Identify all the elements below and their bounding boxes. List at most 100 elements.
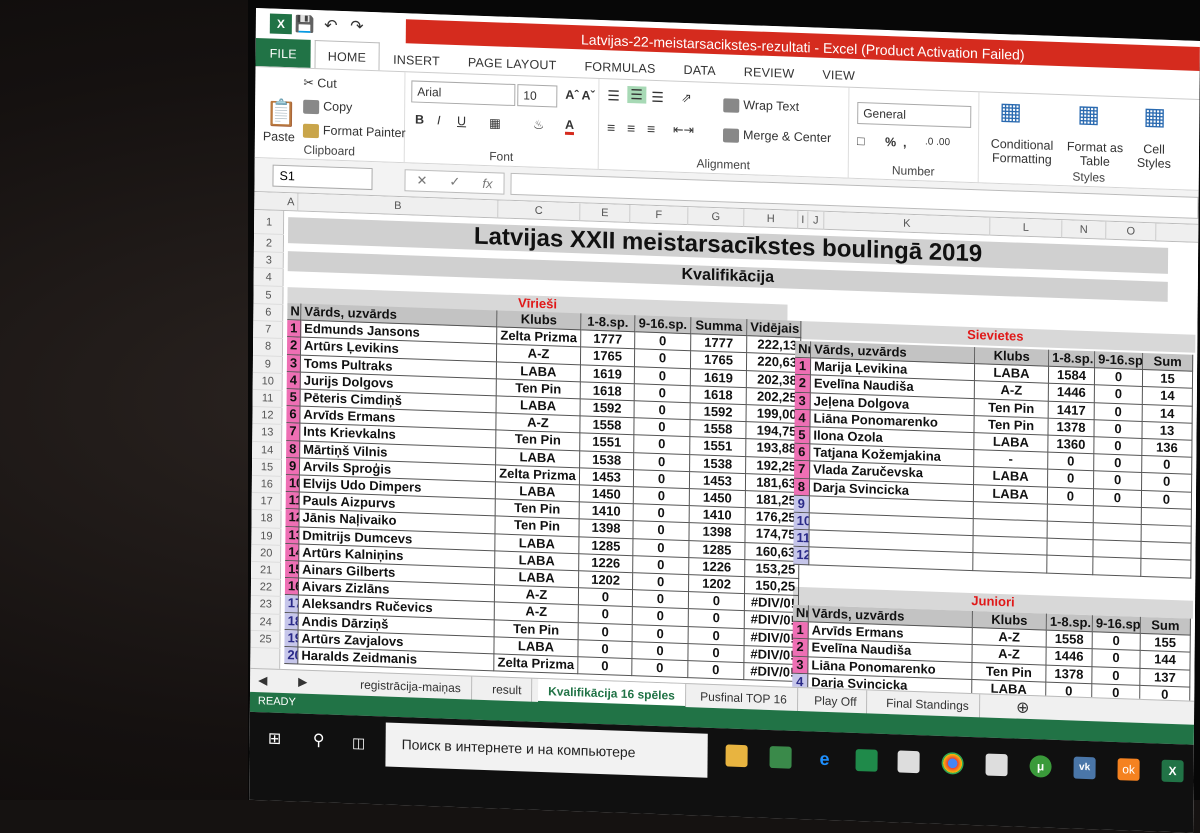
file-explorer-icon[interactable] — [725, 744, 748, 768]
column-header-n[interactable]: N — [1062, 220, 1107, 240]
men-header-cell[interactable]: 9-16.sp. — [635, 315, 692, 335]
men-table-cell[interactable]: 15 — [285, 561, 300, 579]
men-table-cell[interactable]: 1777 — [691, 334, 748, 354]
juniors-header-cell[interactable]: Sum — [1140, 616, 1191, 636]
cell-styles-icon[interactable]: ▦ — [1143, 102, 1166, 132]
windows-start-icon[interactable]: ⊞ — [264, 728, 286, 751]
row-header-22[interactable]: 22 — [250, 579, 282, 598]
men-table-cell[interactable]: 0 — [634, 418, 691, 438]
row-header-25[interactable]: 25 — [250, 630, 281, 649]
cut-button[interactable]: ✂ Cut — [303, 75, 337, 91]
align-bottom-icon[interactable]: ☰ — [651, 89, 664, 106]
men-table-cell[interactable]: 222,13 — [747, 336, 802, 356]
confirm-icon[interactable]: ✓ — [449, 174, 460, 190]
men-table-cell[interactable]: 194,75 — [746, 422, 801, 442]
men-table-cell[interactable]: 1551 — [690, 437, 747, 457]
men-table-cell[interactable]: 0 — [634, 366, 691, 386]
name-box[interactable]: S1 — [272, 164, 373, 191]
men-table-cell[interactable]: 0 — [633, 538, 690, 558]
men-table-cell[interactable]: 181,25 — [745, 491, 800, 511]
men-table-cell[interactable]: 0 — [633, 555, 690, 576]
excel-taskbar-icon[interactable]: X — [1161, 759, 1184, 783]
document-icon[interactable] — [897, 750, 920, 774]
file-icon[interactable] — [985, 753, 1008, 777]
juniors-table-cell[interactable]: 155 — [1140, 634, 1191, 654]
juniors-table-cell[interactable]: 0 — [1092, 649, 1141, 669]
men-table-cell[interactable]: 1202 — [579, 571, 634, 591]
women-table-cell[interactable]: 0 — [1047, 487, 1095, 507]
juniors-table-cell[interactable]: 137 — [1140, 668, 1191, 688]
men-table-cell[interactable]: 181,63 — [745, 473, 801, 493]
men-table-cell[interactable]: 0 — [578, 605, 633, 625]
men-table-cell[interactable]: 0 — [632, 607, 689, 627]
women-table-cell[interactable]: 1417 — [1048, 401, 1095, 421]
font-size-select[interactable]: 10 — [517, 84, 558, 108]
comma-icon[interactable]: , — [903, 136, 907, 150]
edge-icon[interactable]: e — [814, 747, 836, 770]
row-header-10[interactable]: 10 — [252, 372, 283, 391]
men-header-cell[interactable]: Vidējais — [747, 319, 802, 339]
men-table-cell[interactable]: 1285 — [579, 536, 634, 556]
row-header-11[interactable]: 11 — [252, 389, 283, 409]
men-table-cell[interactable]: 160,63 — [745, 542, 800, 562]
men-table-cell[interactable]: 0 — [632, 659, 689, 679]
men-table-cell[interactable]: 199,00 — [746, 405, 801, 425]
men-table-cell[interactable]: 192,25 — [746, 456, 801, 476]
men-table-cell[interactable]: 1558 — [580, 416, 635, 436]
men-table-cell[interactable]: 19 — [284, 629, 299, 648]
men-table-cell[interactable]: 14 — [285, 543, 300, 562]
women-table-cell[interactable]: 6 — [794, 443, 811, 462]
women-table-cell[interactable] — [1141, 507, 1192, 527]
redo-icon[interactable]: ↷ — [344, 16, 370, 37]
men-table-cell[interactable]: 1226 — [689, 557, 746, 578]
men-table-cell[interactable]: 1618 — [690, 385, 747, 406]
row-header-7[interactable]: 7 — [253, 321, 284, 340]
column-header-i[interactable]: I — [798, 210, 809, 230]
men-table-cell[interactable]: 3 — [286, 354, 301, 373]
women-table-cell[interactable]: 2 — [794, 375, 811, 393]
women-table-cell[interactable]: 7 — [794, 461, 811, 479]
row-header-6[interactable]: 6 — [253, 303, 284, 323]
row-header-16[interactable]: 16 — [251, 475, 282, 495]
row-header-14[interactable]: 14 — [252, 441, 283, 460]
juniors-header-cell[interactable]: Nr — [792, 604, 809, 623]
women-table-cell[interactable]: 1446 — [1048, 384, 1095, 403]
women-table-cell[interactable]: 0 — [1094, 471, 1143, 491]
column-header-j[interactable]: J — [808, 211, 825, 230]
women-table-cell[interactable] — [1093, 557, 1142, 577]
men-header-cell[interactable]: 1-8.sp. — [581, 313, 636, 333]
women-table-cell[interactable]: 0 — [1048, 470, 1095, 489]
women-table-cell[interactable]: 9 — [793, 495, 810, 514]
decimal-icon[interactable]: .0 .00 — [925, 136, 950, 148]
men-table-cell[interactable]: 11 — [285, 492, 300, 510]
men-table-cell[interactable]: 10 — [285, 475, 300, 493]
align-middle-icon[interactable]: ☰ — [627, 85, 646, 104]
men-table-cell[interactable]: 1538 — [580, 450, 635, 470]
men-table-cell[interactable]: 1551 — [580, 433, 635, 453]
men-table-cell[interactable]: 0 — [688, 661, 745, 681]
men-table-cell[interactable]: 0 — [633, 521, 690, 541]
women-table-cell[interactable] — [1093, 540, 1142, 560]
align-left-icon[interactable]: ≡ — [607, 119, 615, 135]
men-table-cell[interactable]: #DIV/0! — [744, 663, 799, 683]
men-table-cell[interactable]: 1765 — [580, 347, 636, 367]
men-table-cell[interactable]: #DIV/0! — [744, 645, 799, 665]
align-center-icon[interactable]: ≡ — [627, 120, 635, 136]
women-table-cell[interactable]: 1378 — [1048, 418, 1095, 438]
men-table-cell[interactable]: 0 — [633, 504, 690, 524]
juniors-table-cell[interactable]: 0 — [1092, 666, 1141, 686]
women-table-cell[interactable]: 13 — [1142, 421, 1193, 441]
row-header-9[interactable]: 9 — [252, 355, 283, 374]
grow-font-icon[interactable]: Aˆ Aˇ — [565, 88, 595, 103]
men-table-cell[interactable]: 0 — [633, 487, 690, 507]
column-header-g[interactable]: G — [688, 207, 745, 228]
women-header-cell[interactable]: 9-16.sp. — [1095, 351, 1144, 371]
column-header-a[interactable]: A — [284, 192, 299, 212]
men-table-cell[interactable]: 9 — [285, 457, 301, 476]
women-table-cell[interactable]: 14 — [1142, 404, 1193, 424]
men-table-cell[interactable]: 1618 — [580, 382, 635, 402]
row-header-18[interactable]: 18 — [251, 510, 282, 529]
men-table-cell[interactable]: 4 — [286, 371, 301, 390]
women-table-cell[interactable]: 0 — [1142, 456, 1193, 476]
men-table-cell[interactable]: 5 — [286, 389, 301, 407]
